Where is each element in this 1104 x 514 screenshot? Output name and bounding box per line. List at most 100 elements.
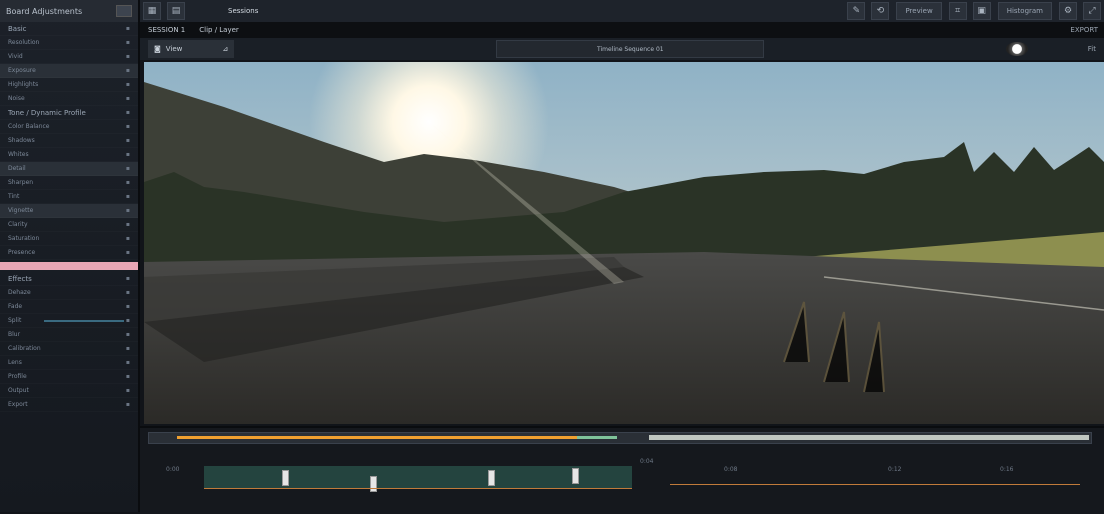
keyframe-marker[interactable] [488,470,495,486]
sidebar-item-label: Sharpen [8,179,34,186]
sidebar-item-label: Noise [8,95,25,102]
eye-icon[interactable] [1005,42,1028,56]
sequence-field[interactable]: Timeline Sequence 01 [496,40,765,58]
gear-icon[interactable]: ⚙ [1059,2,1077,20]
expand-icon[interactable]: ⤢ [1083,2,1101,20]
sidebar-item-icon: ▪ [125,221,130,228]
sidebar-item-icon: ▪ [125,53,130,60]
crop-tool-icon: ⊿ [222,45,229,53]
preview-button[interactable]: Preview [896,2,942,20]
sidebar-item-icon: ▪ [125,179,130,186]
sidebar-item-label: Tone / Dynamic Profile [8,108,86,117]
session-bar: SESSION 1 Clip / Layer EXPORT [140,22,1104,38]
brush-icon[interactable]: ⟲ [871,2,890,20]
sidebar-item[interactable]: Dehaze ▪ [0,286,138,300]
camera-icon: ◙ [154,45,161,53]
sidebar-item[interactable]: Saturation ▪ [0,232,138,246]
sidebar-item-label: Dehaze [8,289,31,296]
sidebar-item[interactable]: Presence ▪ [0,246,138,260]
histogram-button[interactable]: Histogram [997,2,1052,20]
sidebar-item[interactable]: Sharpen ▪ [0,176,138,190]
sidebar-item[interactable]: Clarity ▪ [0,218,138,232]
sidebar-item-icon: ▪ [125,373,130,380]
sidebar-item-icon: ▪ [125,95,130,102]
sidebar-item-icon: ▪ [125,123,130,130]
sidebar-item-label: Clarity [8,221,28,228]
crop-icon[interactable]: ⌗ [948,2,967,20]
sidebar-item-label: Detail [8,165,26,172]
sidebar-item-label: Exposure [8,67,36,74]
sidebar-item[interactable]: Resolution ▪ [0,36,138,50]
scrub-progress-green [577,436,617,439]
top-toolbar: ▦ ▤ Sessions ✎ ⟲ Preview ⌗ ▣ Histogram ⚙… [140,0,1104,23]
sidebar-item-label: Basic [8,24,27,33]
scrub-range [649,435,1089,440]
sidebar-item-label: Effects [8,274,32,283]
sidebar-item[interactable]: Effects ▪ [0,272,138,286]
sidebar-item-icon: ▪ [125,25,130,32]
sidebar-item[interactable]: Vivid ▪ [0,50,138,64]
sidebar-item-label: Whites [8,151,29,158]
keyframe-marker[interactable] [370,476,377,492]
sidebar-item-icon: ▪ [125,401,130,408]
sidebar-item-label: Blur [8,331,21,338]
export-label[interactable]: EXPORT [1070,26,1098,34]
sidebar-item-label: Resolution [8,39,40,46]
sidebar-item-icon: ▪ [125,109,130,116]
time-label-1: 0:04 [640,458,654,465]
sidebar-item[interactable]: Fade ▪ [0,300,138,314]
view-group[interactable]: ◙ View ⊿ [148,40,235,58]
session-label: SESSION 1 [148,26,186,34]
sidebar-item[interactable]: Tone / Dynamic Profile ▪ [0,106,138,120]
sidebar-item[interactable]: Export ▪ [0,398,138,412]
grid-icon[interactable]: ▦ [143,2,161,20]
sidebar-item-icon: ▪ [125,39,130,46]
sidebar-item[interactable]: Tint ▪ [0,190,138,204]
time-label-4: 0:16 [1000,466,1014,473]
clip-label: Clip / Layer [199,26,239,34]
sidebar-item-icon: ▪ [125,235,130,242]
fit-label[interactable]: Fit [1088,45,1096,53]
sidebar-item[interactable]: Whites ▪ [0,148,138,162]
layers-icon[interactable]: ▣ [972,2,991,20]
sidebar-item[interactable]: Lens ▪ [0,356,138,370]
view-bar: ◙ View ⊿ Timeline Sequence 01 Fit [140,38,1104,60]
sidebar-rows: Basic ▪ Resolution ▪ Vivid ▪ Exposure ▪ Highligh… [0,22,138,412]
sidebar-item[interactable]: Output ▪ [0,384,138,398]
toolbar-right: ✎ ⟲ Preview ⌗ ▣ Histogram ⚙ ⤢ [844,2,1104,20]
sidebar-item-icon: ▪ [125,317,130,324]
clip-track[interactable] [204,466,632,492]
slider-fill [44,320,124,322]
sidebar-item[interactable]: Detail ▪ [0,162,138,176]
sidebar-item[interactable]: Noise ▪ [0,92,138,106]
sidebar-item-icon: ▪ [125,303,130,310]
sidebar-item[interactable]: Vignette ▪ [0,204,138,218]
sidebar-item[interactable]: Exposure ▪ [0,64,138,78]
collapse-icon[interactable] [116,5,132,17]
pen-icon[interactable]: ✎ [847,2,866,20]
sidebar-item-label: Vivid [8,53,23,60]
video-preview[interactable] [144,62,1104,424]
keyframe-marker[interactable] [572,468,579,484]
sidebar-item[interactable]: Shadows ▪ [0,134,138,148]
view-label: View [165,45,183,53]
sidebar-item[interactable] [0,262,138,270]
sidebar-item[interactable]: Split ▪ [0,314,138,328]
sidebar-item[interactable]: Color Balance ▪ [0,120,138,134]
scrub-bar[interactable] [148,432,1092,444]
sidebar-item[interactable]: Calibration ▪ [0,342,138,356]
sidebar-item-icon: ▪ [125,249,130,256]
sidebar-item-icon: ▪ [125,137,130,144]
sidebar-item-label: Split [8,317,22,324]
sidebar-item-icon: ▪ [125,289,130,296]
sidebar-item[interactable]: Highlights ▪ [0,78,138,92]
sidebar-item[interactable]: Profile ▪ [0,370,138,384]
time-label-2: 0:08 [724,466,738,473]
sidebar-item-icon: ▪ [125,275,130,282]
keyframe-marker[interactable] [282,470,289,486]
sidebar-item[interactable]: Basic ▪ [0,22,138,36]
list-icon[interactable]: ▤ [167,2,185,20]
sidebar-item[interactable]: Blur ▪ [0,328,138,342]
sidebar-item-icon: ▪ [125,207,130,214]
sidebar-item-icon: ▪ [125,151,130,158]
